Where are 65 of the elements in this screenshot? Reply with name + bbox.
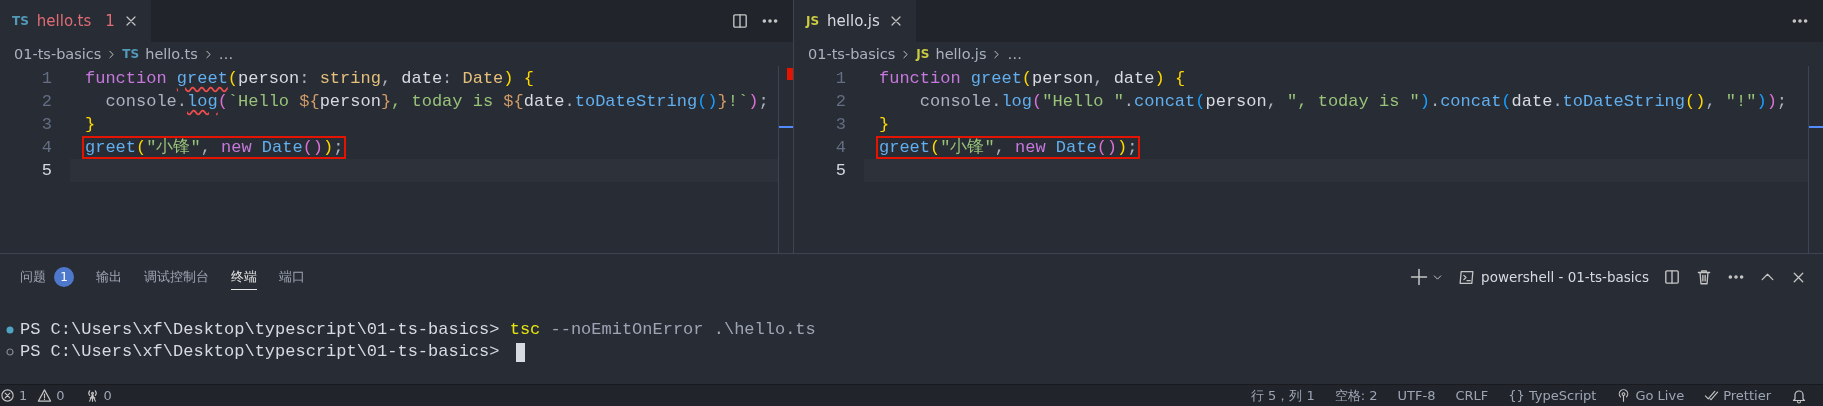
status-item[interactable]: 0 — [37, 388, 65, 403]
error-icon — [0, 388, 15, 403]
breadcrumb-item[interactable]: hello.ts — [145, 46, 198, 62]
line-number: 4 — [834, 137, 847, 159]
terminal-selector[interactable]: powershell - 01-ts-basics — [1458, 268, 1649, 286]
editor-tab[interactable]: TS hello.ts 1 — [0, 0, 151, 42]
empty-dot-icon[interactable] — [6, 348, 14, 356]
panel-tab[interactable]: 调试控制台 — [144, 254, 209, 300]
problem-count: 1 — [105, 11, 115, 30]
braces-label: {} — [1508, 388, 1525, 403]
split-editor-icon[interactable] — [731, 12, 749, 30]
tab-label: hello.ts — [36, 11, 92, 30]
breadcrumb-item[interactable]: … — [1007, 46, 1022, 62]
warning-icon — [37, 388, 53, 403]
status-item[interactable]: 0 — [84, 388, 112, 403]
code-line: console.log(`Hello ${person}, today is ${date.toDateString()}!`); — [104, 91, 770, 113]
editor-tab[interactable]: JS hello.js — [794, 0, 916, 42]
plus-icon[interactable] — [1409, 267, 1430, 287]
line-number: 2 — [40, 91, 53, 113]
double-check-icon — [1704, 388, 1720, 403]
code-line: } — [84, 114, 97, 136]
breadcrumb-item[interactable]: hello.js — [935, 46, 987, 62]
line-number: 4 — [40, 137, 53, 159]
cursor-marker — [779, 126, 793, 128]
split-editor-icon[interactable] — [1663, 268, 1681, 286]
code-line: } — [878, 114, 891, 136]
panel-tab[interactable]: 问题 1 — [20, 254, 74, 300]
status-item[interactable]: {} TypeScript — [1508, 388, 1597, 403]
status-item[interactable]: Go Live — [1616, 388, 1685, 403]
file-type-label: JS — [916, 47, 930, 61]
bell-icon[interactable] — [1791, 387, 1807, 404]
tab-label: hello.js — [827, 11, 880, 30]
status-item[interactable]: UTF-8 — [1397, 388, 1436, 403]
success-dot-icon[interactable] — [6, 326, 14, 334]
code-line: function greet(person: string, date: Date) { — [84, 68, 535, 90]
status-item[interactable]: CRLF — [1455, 388, 1489, 403]
breadcrumb-item[interactable]: 01-ts-basics — [14, 46, 102, 62]
line-number: 5 — [834, 160, 847, 182]
status-item[interactable]: Prettier — [1704, 388, 1771, 403]
terminal-icon — [1458, 268, 1476, 286]
line-number: 2 — [834, 91, 847, 113]
count-badge: 1 — [54, 267, 74, 287]
status-item[interactable]: 行 5，列 1 — [1250, 386, 1315, 405]
line-number: 5 — [40, 160, 53, 182]
code-line: function greet(person, date) { — [878, 68, 1187, 90]
trash-icon[interactable] — [1695, 268, 1713, 286]
file-type-label: TS — [122, 47, 140, 61]
line-number: 3 — [834, 114, 847, 136]
line-number: 1 — [834, 68, 847, 90]
panel-tab[interactable]: 输出 — [96, 254, 122, 300]
panel-tab[interactable]: 端口 — [279, 254, 305, 300]
breadcrumb-item[interactable]: … — [218, 46, 234, 62]
breadcrumb-item[interactable]: 01-ts-basics — [808, 46, 896, 62]
file-type-label: TS — [12, 13, 29, 28]
panel-tab[interactable]: 终端 — [231, 264, 257, 290]
file-type-label: JS — [806, 13, 820, 28]
cursor-marker — [1809, 126, 1823, 128]
status-item[interactable]: 空格: 2 — [1334, 386, 1378, 405]
code-line: console.log("Hello ".concat(person, ", today is ").concat(date.toDateString(), "!")); — [918, 91, 1789, 113]
terminal-line: PS C:\Users\xf\Desktop\typescript\01-ts-basics> tsc --noEmitOnError .\hello.ts — [20, 319, 816, 341]
line-number: 1 — [40, 68, 53, 90]
line-number: 3 — [40, 114, 53, 136]
error-marker — [787, 68, 793, 80]
terminal-line: PS C:\Users\xf\Desktop\typescript\01-ts-basics> — [20, 341, 501, 363]
status-item[interactable]: 1 — [0, 388, 28, 403]
